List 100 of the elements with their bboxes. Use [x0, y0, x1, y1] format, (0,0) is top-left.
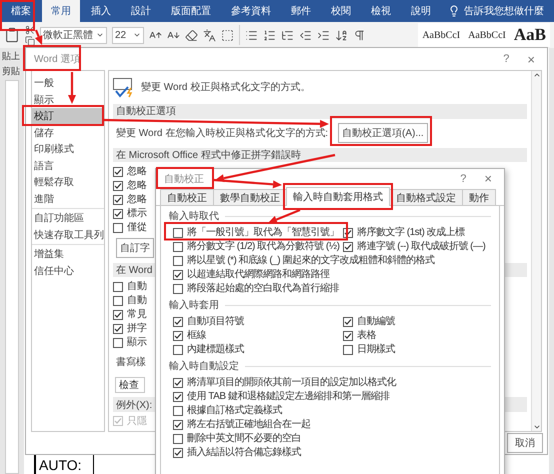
ribbon-tab[interactable]: 常用	[42, 0, 80, 22]
checkbox[interactable]	[113, 222, 123, 233]
scroll-down-icon[interactable]	[532, 423, 540, 431]
increase-indent-icon[interactable]	[317, 28, 330, 42]
checkbox[interactable]	[113, 180, 123, 191]
ribbon-tab[interactable]: 插入	[82, 0, 120, 22]
nav-item[interactable]: 顯示	[32, 92, 104, 108]
help-button[interactable]: ?	[499, 53, 514, 65]
checkbox[interactable]	[343, 316, 353, 326]
option-label: 將清單項目的開頭依其前一項目的設定加以格式化	[187, 377, 396, 388]
checkbox[interactable]	[113, 338, 123, 348]
scissors-icon[interactable]	[25, 24, 35, 34]
eraser-icon[interactable]	[185, 28, 198, 42]
checkbox[interactable]	[343, 344, 353, 354]
checkbox[interactable]	[173, 228, 183, 238]
checkbox[interactable]	[173, 242, 183, 252]
dialog-tab[interactable]: 輸入時自動套用格式	[286, 187, 390, 206]
lightbulb-icon[interactable]	[448, 5, 460, 17]
cancel-button[interactable]: 取消	[507, 433, 543, 453]
checkbox[interactable]	[173, 392, 183, 402]
caret-icon[interactable]	[133, 31, 141, 39]
checkbox[interactable]	[113, 296, 123, 306]
option-label: 將段落起始處的空白取代為首行縮排	[187, 283, 339, 294]
nav-item[interactable]: 自訂功能區	[32, 210, 104, 226]
phonetic-icon[interactable]	[203, 28, 216, 42]
option-label: 僅從	[127, 222, 147, 234]
font-name-field[interactable]: 微軟正黑體	[40, 26, 107, 44]
close-button[interactable]: ×	[480, 171, 496, 186]
tell-me-search[interactable]: 告訴我您想做什麼	[464, 6, 544, 16]
ribbon-tab[interactable]: 版面配置	[162, 0, 220, 22]
paste-label[interactable]: 貼上	[0, 50, 24, 63]
scroll-up-icon[interactable]	[532, 71, 540, 79]
sort-icon[interactable]	[335, 28, 348, 42]
ribbon-tab[interactable]: 校閱	[322, 0, 360, 22]
section-header: 自動校正選項	[113, 104, 527, 119]
annotation-arrow	[68, 72, 76, 104]
checkbox[interactable]	[113, 310, 123, 320]
style-preview[interactable]: AaB	[514, 25, 546, 45]
nav-item[interactable]: 一般	[32, 75, 104, 92]
ribbon-tab[interactable]: 說明	[402, 0, 440, 22]
close-button[interactable]: ×	[523, 52, 539, 66]
ribbon-tab[interactable]: 參考資料	[222, 0, 280, 22]
autocorrect-options-button[interactable]: 自動校正選項(A)...	[338, 123, 428, 144]
style-preview[interactable]: AaBbCcI	[422, 30, 460, 40]
style-preview[interactable]: AaBbCcI	[468, 30, 506, 40]
annotation-frame	[156, 167, 214, 189]
group-label: 剪貼	[1, 65, 21, 78]
nav-item[interactable]: 校訂	[32, 108, 104, 124]
checkbox[interactable]	[173, 284, 183, 294]
ribbon-tab[interactable]: 檢視	[362, 0, 400, 22]
checkbox[interactable]	[173, 406, 183, 416]
dialog-tab[interactable]: 自動校正	[160, 189, 214, 205]
dialog-tab[interactable]: 自動格式設定	[389, 189, 463, 205]
checkbox[interactable]	[343, 242, 353, 252]
checkbox[interactable]	[173, 270, 183, 280]
option-label: 將序數文字 (1st) 改成上標	[357, 227, 465, 238]
checkbox[interactable]	[113, 166, 123, 177]
checkbox[interactable]	[173, 378, 183, 388]
help-button[interactable]: ?	[456, 172, 470, 184]
nav-item[interactable]: 輕鬆存取	[32, 174, 104, 190]
caret-icon[interactable]	[96, 31, 104, 39]
nav-item[interactable]: 印刷樣式	[32, 141, 104, 158]
annotation-arrow	[34, 30, 42, 45]
checkbox[interactable]	[173, 256, 183, 266]
scrollbar[interactable]	[531, 71, 541, 431]
nav-item[interactable]: 儲存	[32, 124, 104, 141]
numbering-icon[interactable]	[263, 28, 276, 42]
nav-item[interactable]: 信任中心	[32, 262, 104, 279]
writing-style-dropdown[interactable]: 檢查	[115, 377, 145, 394]
checkbox[interactable]	[173, 316, 183, 326]
checkbox[interactable]	[173, 344, 183, 354]
copy-icon[interactable]	[25, 36, 35, 46]
checkbox[interactable]	[343, 330, 353, 340]
dialog-tab[interactable]: 動作	[462, 189, 496, 205]
nav-item[interactable]: 增益集	[32, 246, 104, 262]
checkbox[interactable]	[113, 194, 123, 205]
checkbox[interactable]	[113, 282, 123, 292]
character-border-icon[interactable]	[221, 28, 234, 42]
dialog-tab[interactable]: 數學自動校正	[213, 189, 287, 205]
font-size-field[interactable]: 22	[112, 26, 144, 44]
option-label: 忽略	[127, 166, 147, 178]
decrease-indent-icon[interactable]	[299, 28, 312, 42]
ribbon-tab[interactable]: 設計	[122, 0, 160, 22]
multilevel-list-icon[interactable]	[281, 28, 294, 42]
paste-icon[interactable]	[4, 27, 20, 43]
pilcrow-icon[interactable]	[353, 28, 366, 42]
checkbox[interactable]	[113, 324, 123, 334]
checkbox[interactable]	[113, 208, 123, 219]
checkbox[interactable]	[173, 434, 183, 444]
option-label: 將分數文字 (1/2) 取代為分數符號 (½)	[187, 241, 340, 252]
checkbox[interactable]	[173, 420, 183, 430]
nav-item[interactable]: 語言	[32, 158, 104, 174]
custom-dictionary-button[interactable]: 自訂字	[116, 238, 154, 258]
checkbox[interactable]	[173, 448, 183, 458]
nav-item[interactable]: 快速存取工具列	[32, 226, 104, 243]
ribbon-tab[interactable]: 檔案	[2, 0, 40, 22]
ribbon-tab[interactable]: 郵件	[282, 0, 320, 22]
nav-item[interactable]: 進階	[32, 190, 104, 207]
checkbox[interactable]	[173, 330, 183, 340]
option-label: 自動	[127, 295, 147, 306]
